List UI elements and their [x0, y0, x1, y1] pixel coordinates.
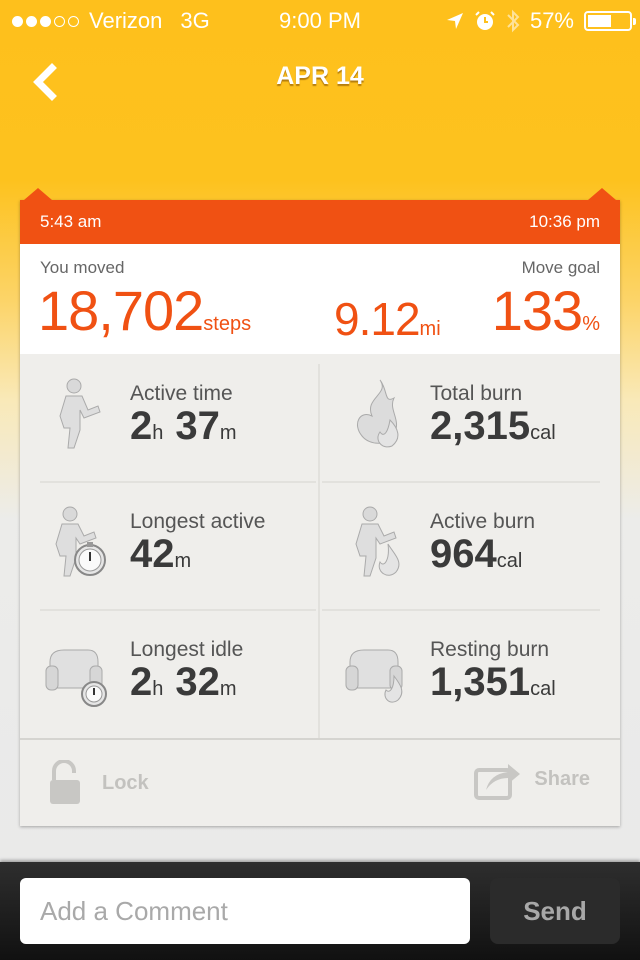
stat-unit: h	[152, 678, 164, 700]
stat-title: Active time	[130, 382, 233, 405]
movement-summary: You moved Move goal 18,702steps 9.12mi 1…	[20, 244, 620, 354]
move-goal-label: Move goal	[521, 258, 600, 277]
end-marker-notch	[588, 188, 616, 200]
stat-longest-active: Longest active 42m	[30, 482, 310, 610]
goal-unit: %	[582, 313, 600, 335]
alarm-clock-icon	[475, 11, 495, 30]
lock-label: Lock	[102, 771, 149, 794]
status-bar: Verizon 3G 9:00 PM 57%	[0, 0, 640, 40]
distance-number: 9.12	[334, 293, 421, 345]
stat-value: 964cal	[430, 532, 522, 577]
stat-unit: m	[219, 678, 237, 700]
day-summary-card: 5:43 am 10:36 pm You moved Move goal 18,…	[20, 188, 620, 826]
stat-total-burn: Total burn 2,315cal	[330, 354, 610, 482]
nav-bar: APR 14	[0, 40, 640, 120]
running-person-stopwatch-icon	[44, 504, 110, 580]
share-arrow-icon	[474, 764, 521, 800]
comment-bar: Send	[0, 862, 640, 960]
stat-title: Longest active	[130, 510, 266, 533]
stat-active-time: Active time 2h 37m	[30, 354, 310, 482]
stat-resting-burn: Resting burn 1,351cal	[330, 610, 610, 738]
stat-unit: m	[219, 422, 237, 444]
stat-title: Resting burn	[430, 638, 550, 661]
stat-longest-idle: Longest idle 2h 32m	[30, 610, 310, 738]
stat-value: 2h 32m	[130, 660, 237, 705]
column-divider	[318, 364, 320, 738]
card-actions: Lock Share	[20, 738, 620, 826]
goal-percent: 133%	[492, 280, 600, 355]
distance-unit: mi	[419, 318, 441, 340]
location-arrow-icon	[446, 13, 463, 29]
stats-grid: Active time 2h 37m Total burn 2,315cal Longes…	[20, 354, 620, 738]
armchair-flame-icon	[344, 632, 410, 708]
comment-input[interactable]	[20, 878, 470, 944]
you-moved-label: You moved	[40, 258, 125, 277]
stat-unit: h	[152, 422, 164, 444]
stat-number: 2	[130, 660, 153, 704]
battery-percent: 57%	[529, 8, 574, 33]
stat-unit: m	[174, 550, 192, 572]
stat-number: 37	[175, 404, 220, 448]
stat-value: 1,351cal	[430, 660, 556, 705]
steps-value: 18,702steps	[38, 280, 251, 355]
running-person-flame-icon	[344, 504, 410, 580]
running-person-icon	[44, 376, 110, 452]
share-label: Share	[534, 767, 590, 790]
stat-title: Active burn	[430, 510, 536, 533]
start-time: 5:43 am	[40, 212, 102, 231]
stat-number: 32	[175, 660, 220, 704]
stat-unit: cal	[530, 422, 556, 444]
share-button[interactable]: Share	[474, 758, 590, 800]
stat-value: 2h 37m	[130, 404, 237, 449]
stat-title: Total burn	[430, 382, 523, 405]
distance-value: 9.12mi	[334, 288, 441, 360]
page-title: APR 14	[276, 62, 364, 90]
stat-title: Longest idle	[130, 638, 244, 661]
battery-icon	[584, 11, 636, 31]
stat-number: 1,351	[430, 660, 531, 704]
bluetooth-icon	[507, 9, 520, 33]
end-time: 10:36 pm	[529, 212, 600, 231]
stat-value: 2,315cal	[430, 404, 556, 449]
armchair-stopwatch-icon	[44, 632, 110, 708]
stat-number: 964	[430, 532, 497, 576]
stat-number: 2,315	[430, 404, 531, 448]
stat-unit: cal	[496, 550, 523, 572]
stat-number: 2	[130, 404, 153, 448]
start-marker-notch	[24, 188, 52, 200]
stat-unit: cal	[530, 678, 556, 700]
steps-number: 18,702	[38, 279, 204, 342]
stat-number: 42	[130, 532, 175, 576]
steps-unit: steps	[203, 313, 252, 335]
unlocked-padlock-icon	[50, 760, 80, 804]
flames-icon	[344, 376, 410, 452]
send-button[interactable]: Send	[490, 878, 620, 944]
goal-number: 133	[491, 279, 583, 342]
stat-active-burn: Active burn 964cal	[330, 482, 610, 610]
lock-button[interactable]: Lock	[48, 760, 149, 806]
stat-value: 42m	[130, 532, 191, 577]
time-range-bar: 5:43 am 10:36 pm	[20, 188, 620, 244]
